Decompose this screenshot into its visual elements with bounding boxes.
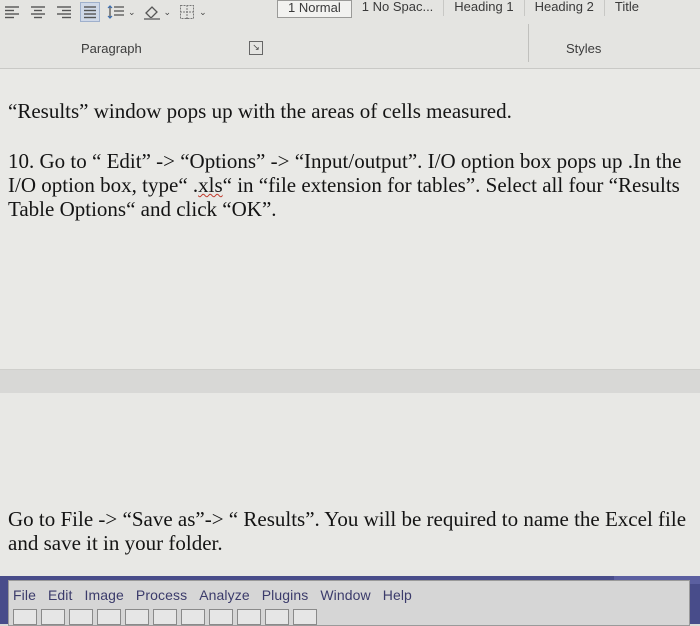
rectangle-tool-icon[interactable]: [13, 609, 37, 625]
shading-icon[interactable]: [142, 2, 162, 22]
style-title[interactable]: Title: [605, 0, 649, 16]
menu-file[interactable]: File: [13, 587, 36, 603]
menu-plugins[interactable]: Plugins: [262, 587, 309, 603]
document-page-2[interactable]: Go to File -> “Save as”-> “ Results”. Yo…: [0, 393, 700, 576]
style-heading-1[interactable]: Heading 1: [444, 0, 525, 16]
ribbon: ⌄ ⌄ ⌄ 1 Normal 1 No Spac... Heading 1 He…: [0, 0, 700, 69]
spelling-flag[interactable]: xls: [198, 173, 223, 197]
oval-tool-icon[interactable]: [41, 609, 65, 625]
menu-process[interactable]: Process: [136, 587, 187, 603]
chevron-down-icon[interactable]: ⌄: [128, 7, 136, 18]
style-heading-2[interactable]: Heading 2: [525, 0, 605, 16]
document-page[interactable]: “Results” window pops up with the areas …: [0, 69, 700, 369]
menu-window[interactable]: Window: [320, 587, 370, 603]
paragraph-step-10: 10. Go to “ Edit” -> “Options” -> “Input…: [8, 149, 692, 221]
paragraph-results-window: “Results” window pops up with the areas …: [8, 99, 512, 123]
freehand-tool-icon[interactable]: [97, 609, 121, 625]
imagej-tool-row: [13, 609, 317, 625]
borders-icon[interactable]: [177, 2, 197, 22]
hand-tool-icon[interactable]: [293, 609, 317, 625]
justify-icon[interactable]: [80, 2, 100, 22]
menu-help[interactable]: Help: [383, 587, 412, 603]
align-center-icon[interactable]: [28, 2, 48, 22]
imagej-menu-bar: File Edit Image Process Analyze Plugins …: [13, 587, 412, 603]
menu-analyze[interactable]: Analyze: [199, 587, 250, 603]
line-tool-icon[interactable]: [125, 609, 149, 625]
wand-tool-icon[interactable]: [209, 609, 233, 625]
point-tool-icon[interactable]: [181, 609, 205, 625]
styles-group-label: Styles: [566, 41, 602, 56]
magnifier-tool-icon[interactable]: [265, 609, 289, 625]
dialog-launcher-icon[interactable]: ↘: [249, 41, 263, 55]
align-left-icon[interactable]: [2, 2, 22, 22]
styles-gallery: 1 Normal 1 No Spac... Heading 1 Heading …: [277, 0, 649, 18]
style-no-spacing[interactable]: 1 No Spac...: [352, 0, 445, 16]
text-tool-icon[interactable]: [237, 609, 261, 625]
paragraph-save-as: Go to File -> “Save as”-> “ Results”. Yo…: [8, 507, 687, 555]
angle-tool-icon[interactable]: [153, 609, 177, 625]
paragraph-tools: ⌄ ⌄ ⌄: [2, 0, 207, 24]
page-gap: [0, 369, 700, 394]
group-divider: [528, 24, 529, 62]
line-spacing-icon[interactable]: [106, 2, 126, 22]
style-normal[interactable]: 1 Normal: [277, 0, 352, 18]
align-right-icon[interactable]: [54, 2, 74, 22]
menu-edit[interactable]: Edit: [48, 587, 73, 603]
chevron-down-icon[interactable]: ⌄: [199, 7, 207, 18]
paragraph-group-label: Paragraph: [81, 41, 142, 56]
polygon-tool-icon[interactable]: [69, 609, 93, 625]
menu-image[interactable]: Image: [85, 587, 124, 603]
imagej-toolbar-panel: File Edit Image Process Analyze Plugins …: [8, 580, 690, 626]
imagej-window: File Edit Image Process Analyze Plugins …: [0, 576, 700, 626]
chevron-down-icon[interactable]: ⌄: [164, 7, 172, 18]
